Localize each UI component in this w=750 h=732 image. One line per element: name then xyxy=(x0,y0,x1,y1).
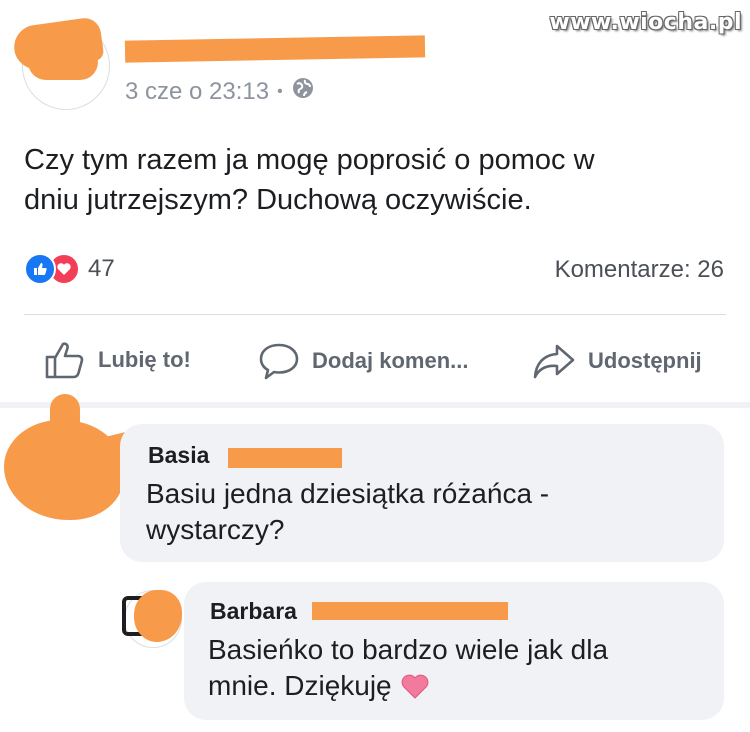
comment-text-line: Basiu jedna dziesiątka różańca - xyxy=(146,478,550,509)
comment-author[interactable]: Basia xyxy=(148,442,209,469)
speech-bubble-icon xyxy=(259,343,299,380)
like-button-label: Lubię to! xyxy=(98,347,191,372)
share-button-label: Udostępnij xyxy=(588,348,702,373)
watermark: www.wiocha.pl xyxy=(549,10,742,35)
divider xyxy=(24,314,726,315)
post-meta: 3 cze o 23:13 • xyxy=(125,76,315,107)
like-button[interactable]: Lubię to! xyxy=(44,340,191,380)
reaction-count: 47 xyxy=(88,255,115,282)
post-text-line: Czy tym razem ja mogę poprosić o pomoc w xyxy=(24,144,595,176)
reactions-summary[interactable]: 47 xyxy=(24,253,115,285)
comment-button-label: Dodaj komen... xyxy=(312,348,469,373)
comment-text: Basiu jedna dziesiątka różańca - wystarc… xyxy=(146,476,716,548)
avatar-redaction xyxy=(28,44,98,80)
section-divider xyxy=(0,402,750,408)
reply-text-line-wrap: mnie. Dziękuję xyxy=(208,668,718,704)
post-text-line: dniu jutrzejszym? Duchową oczywiście. xyxy=(24,184,532,216)
comment-author-redaction xyxy=(228,448,342,468)
thumbs-up-icon xyxy=(45,342,84,379)
reply-text: Basieńko to bardzo wiele jak dla mnie. D… xyxy=(208,632,718,704)
share-arrow-icon xyxy=(533,344,575,379)
author-name-redaction xyxy=(124,35,426,63)
post-text: Czy tym razem ja mogę poprosić o pomoc w… xyxy=(24,140,724,220)
reply-text-line: Basieńko to bardzo wiele jak dla xyxy=(208,634,609,665)
comment-button[interactable]: Dodaj komen... xyxy=(258,342,468,380)
share-button[interactable]: Udostępnij xyxy=(532,342,702,380)
reply-author-redaction xyxy=(312,602,508,620)
avatar-redaction xyxy=(4,420,124,520)
reply-text-line: mnie. Dziękuję xyxy=(208,670,392,701)
heart-emoji-icon xyxy=(400,672,430,700)
comment-text-line: wystarczy? xyxy=(146,514,285,545)
reply-author[interactable]: Barbara xyxy=(210,598,297,625)
like-icon xyxy=(24,253,56,285)
comments-count[interactable]: Komentarze: 26 xyxy=(555,256,724,284)
post-timestamp[interactable]: 3 cze o 23:13 xyxy=(125,78,269,106)
globe-icon xyxy=(291,76,315,107)
meta-separator: • xyxy=(277,82,283,100)
